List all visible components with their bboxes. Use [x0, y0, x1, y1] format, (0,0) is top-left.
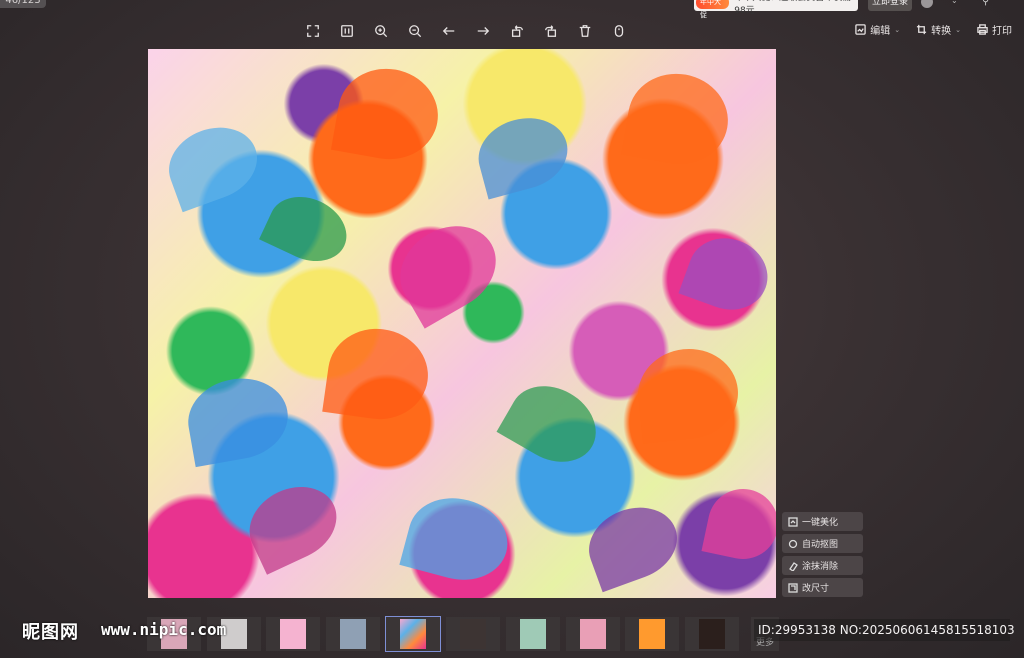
butterfly-shape: [384, 209, 512, 329]
auto-cutout-button[interactable]: 自动抠图: [782, 534, 863, 553]
thumbnail[interactable]: [566, 617, 620, 651]
butterfly-shape: [399, 487, 517, 591]
butterfly-shape: [633, 344, 743, 444]
promo-text: 年中大促！超级会员首年仅需98元: [734, 0, 851, 16]
watermark-site: www.nipic.com: [101, 620, 227, 639]
info-icon[interactable]: [602, 20, 636, 42]
butterfly-shape: [330, 61, 446, 167]
main-image[interactable]: [148, 49, 776, 598]
butterfly-shape: [237, 473, 349, 575]
erase-label: 涂抹消除: [802, 562, 839, 572]
fit-icon[interactable]: [330, 20, 364, 42]
convert-label: 转换: [931, 26, 952, 37]
eraser-icon: [789, 561, 798, 571]
beautify-label: 一键美化: [802, 518, 839, 528]
butterfly-shape: [470, 108, 576, 200]
chevron-down-icon: ⌄: [894, 25, 901, 34]
image-edit-icon: [855, 24, 866, 35]
viewer-toolbar: [296, 20, 636, 42]
auto-cutout-label: 自动抠图: [802, 540, 839, 550]
thumbnail[interactable]: [506, 617, 560, 651]
chevron-down-icon[interactable]: ⌄: [951, 0, 958, 5]
butterfly-shape: [578, 495, 688, 593]
promo-banner[interactable]: 年中大促 年中大促！超级会员首年仅需98元: [694, 0, 858, 19]
resize-label: 改尺寸: [802, 584, 830, 594]
butterfly-shape: [322, 322, 434, 426]
butterfly-shape: [701, 482, 776, 566]
thumbnail[interactable]: [326, 617, 380, 651]
beautify-button[interactable]: 一键美化: [782, 512, 863, 531]
image-counter: 46/123: [0, 0, 46, 8]
butterfly-shape: [620, 66, 736, 172]
delete-icon[interactable]: [568, 20, 602, 42]
printer-icon: [977, 24, 988, 35]
erase-button[interactable]: 涂抹消除: [782, 556, 863, 575]
butterfly-shape: [181, 370, 295, 468]
zoom-out-icon[interactable]: [398, 20, 432, 42]
print-button[interactable]: 打印: [977, 22, 1012, 37]
magic-icon: [788, 516, 798, 527]
edit-button[interactable]: 编辑 ⌄: [855, 22, 900, 37]
butterfly-shape: [496, 371, 610, 477]
login-button[interactable]: 立即登录: [868, 0, 912, 11]
cutout-icon: [788, 539, 798, 548]
rotate-left-icon[interactable]: [500, 20, 534, 42]
resize-icon: [788, 582, 798, 593]
rotate-right-icon[interactable]: [534, 20, 568, 42]
thumbnail[interactable]: [625, 617, 679, 651]
crop-icon: [917, 24, 927, 35]
butterfly-shape: [259, 184, 357, 274]
butterfly-shape: [158, 115, 268, 213]
thumbnail[interactable]: [446, 617, 500, 651]
watermark-id: ID:29953138 NO:20250606145815518103: [754, 619, 1015, 641]
butterfly-shape: [678, 227, 776, 321]
print-label: 打印: [992, 26, 1012, 37]
prev-icon[interactable]: [432, 20, 466, 42]
promo-tag: 年中大促: [696, 0, 730, 19]
next-icon[interactable]: [466, 20, 500, 42]
thumbnail-selected[interactable]: [385, 616, 441, 652]
pin-icon[interactable]: ⚲: [982, 0, 989, 7]
resize-button[interactable]: 改尺寸: [782, 578, 863, 597]
convert-button[interactable]: 转换 ⌄: [916, 22, 961, 37]
right-actions: 编辑 ⌄ 转换 ⌄ 打印: [855, 22, 1012, 37]
chevron-down-icon: ⌄: [955, 25, 961, 34]
thumbnail[interactable]: [266, 617, 320, 651]
edit-label: 编辑: [870, 26, 891, 37]
fullscreen-icon[interactable]: [296, 20, 330, 42]
avatar[interactable]: [921, 0, 933, 8]
thumbnail[interactable]: [685, 617, 739, 651]
watermark-logo: 昵图网: [22, 622, 79, 643]
zoom-in-icon[interactable]: [364, 20, 398, 42]
